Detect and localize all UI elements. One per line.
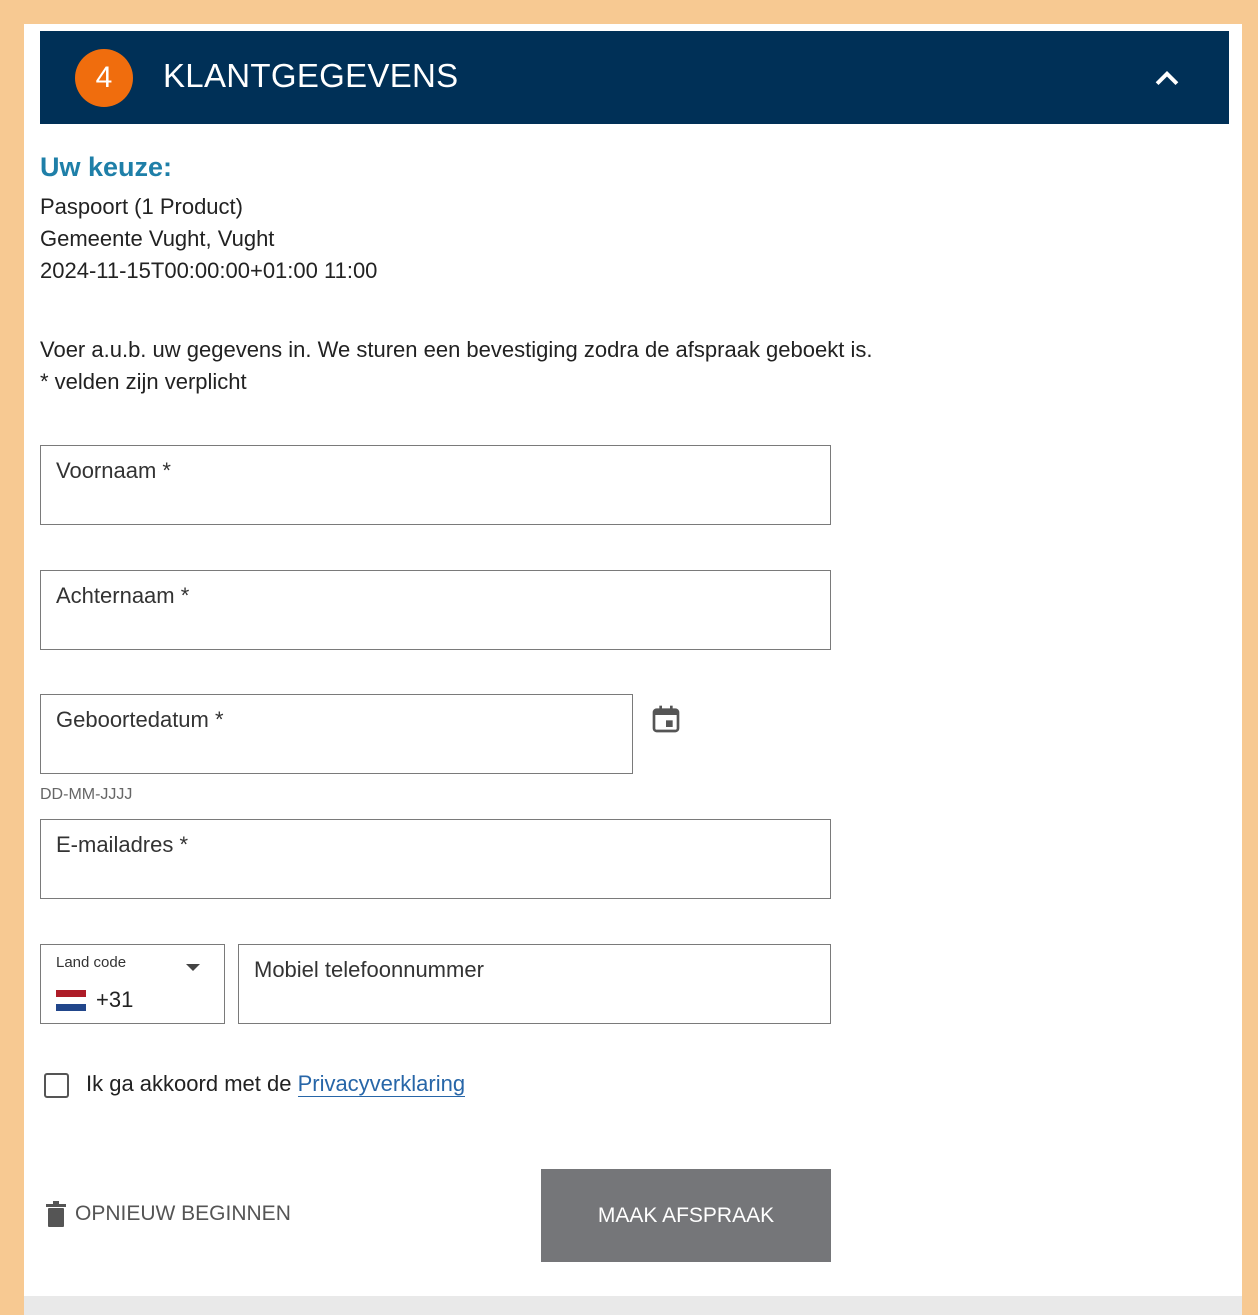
country-code-text: +31 xyxy=(96,987,134,1012)
last-name-field[interactable]: Achternaam * xyxy=(40,570,831,650)
first-name-label: Voornaam * xyxy=(56,458,171,483)
section-title: KLANTGEGEVENS xyxy=(163,57,459,94)
phone-field[interactable]: Mobiel telefoonnummer xyxy=(238,944,831,1024)
choice-product: Paspoort (1 Product) xyxy=(40,194,243,219)
birth-date-field[interactable]: Geboortedatum * xyxy=(40,694,633,774)
country-code-value: +31 xyxy=(56,987,133,1013)
step-badge: 4 xyxy=(75,49,133,107)
last-name-input[interactable] xyxy=(56,618,815,641)
restart-button[interactable]: OPNIEUW BEGINNEN xyxy=(46,1201,291,1227)
phone-label: Mobiel telefoonnummer xyxy=(254,957,484,982)
consent-label: Ik ga akkoord met de Privacyverklaring xyxy=(86,1071,466,1097)
privacy-link[interactable]: Privacyverklaring xyxy=(297,1071,466,1097)
consent-text: Ik ga akkoord met de xyxy=(86,1071,298,1096)
dropdown-arrow-icon xyxy=(186,964,200,971)
phone-input[interactable] xyxy=(254,992,815,1015)
choice-title: Uw keuze: xyxy=(40,152,173,182)
birth-date-label: Geboortedatum * xyxy=(56,707,224,732)
chevron-up-icon[interactable] xyxy=(1150,61,1184,95)
email-label: E-mailadres * xyxy=(56,832,189,857)
intro-text: Voer a.u.b. uw gegevens in. We sturen ee… xyxy=(40,337,873,362)
choice-datetime: 2024-11-15T00:00:00+01:00 11:00 xyxy=(40,258,378,283)
bottom-divider xyxy=(24,1296,1242,1315)
make-appointment-button[interactable]: MAAK AFSPRAAK xyxy=(541,1169,831,1262)
email-field[interactable]: E-mailadres * xyxy=(40,819,831,899)
email-input[interactable] xyxy=(56,867,815,890)
required-note: * velden zijn verplicht xyxy=(40,369,247,394)
birth-date-hint: DD-MM-JJJJ xyxy=(40,786,133,803)
last-name-label: Achternaam * xyxy=(56,583,190,608)
netherlands-flag-icon xyxy=(56,989,86,1011)
choice-location: Gemeente Vught, Vught xyxy=(40,226,275,251)
calendar-icon[interactable] xyxy=(650,703,682,735)
first-name-field[interactable]: Voornaam * xyxy=(40,445,831,525)
restart-label: OPNIEUW BEGINNEN xyxy=(75,1202,291,1225)
country-code-label: Land code xyxy=(56,954,127,971)
country-code-select[interactable]: Land code +31 xyxy=(40,944,225,1024)
section-header: 4 KLANTGEGEVENS xyxy=(40,31,1229,124)
consent-checkbox[interactable] xyxy=(44,1073,69,1098)
birth-date-input[interactable] xyxy=(56,742,617,765)
trash-icon xyxy=(46,1201,66,1227)
first-name-input[interactable] xyxy=(56,493,815,516)
